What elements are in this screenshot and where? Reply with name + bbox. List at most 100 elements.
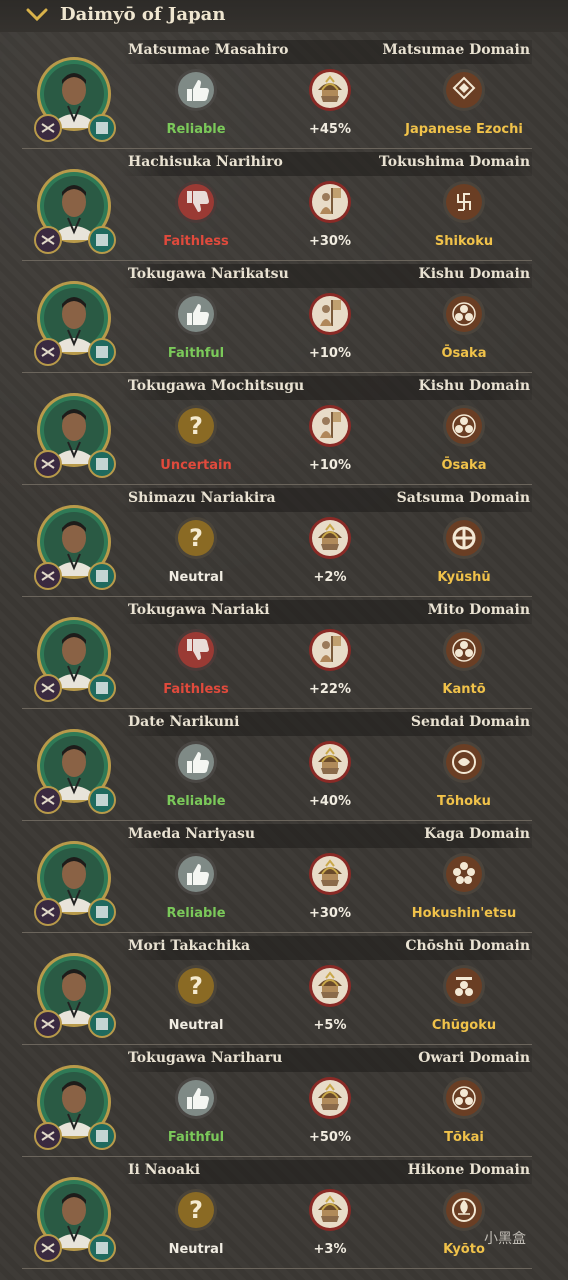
- portrait-avatar[interactable]: [32, 278, 116, 368]
- army-modifier: +45%: [308, 122, 351, 137]
- loyalty-status: Faithful: [167, 346, 225, 361]
- region-name: Chūgoku: [431, 1018, 497, 1033]
- domain-name: Chōshū Domain: [405, 938, 530, 954]
- domain-name: Tokushima Domain: [378, 154, 530, 170]
- banner-soldier-icon[interactable]: [308, 180, 352, 224]
- region-name: Ōsaka: [441, 458, 487, 473]
- loyalty-status: Neutral: [168, 570, 224, 585]
- samurai-helmet-icon[interactable]: [308, 1076, 352, 1120]
- loyalty-status: Faithless: [163, 682, 229, 697]
- thumbs-up-icon[interactable]: [174, 852, 218, 896]
- daimyo-name: Tokugawa Narikatsu: [128, 266, 289, 282]
- daimyo-row[interactable]: Tokugawa Narikatsu Kishu Domain Faithful…: [22, 262, 532, 374]
- domain-name: Matsumae Domain: [382, 42, 530, 58]
- portrait-avatar[interactable]: [32, 614, 116, 704]
- portrait-avatar[interactable]: [32, 726, 116, 816]
- loyalty-status: Uncertain: [160, 458, 232, 473]
- samurai-helmet-icon[interactable]: [308, 1188, 352, 1232]
- row-divider: [22, 372, 532, 373]
- army-modifier: +3%: [313, 1242, 347, 1257]
- daimyo-row[interactable]: Matsumae Masahiro Matsumae Domain Reliab…: [22, 38, 532, 150]
- domain-name: Hikone Domain: [407, 1162, 530, 1178]
- portrait-avatar[interactable]: [32, 838, 116, 928]
- domain-name: Kaga Domain: [424, 826, 530, 842]
- daimyo-panel: Daimyō of Japan Matsumae Masahiro Matsum…: [0, 0, 568, 1280]
- thumbs-down-icon[interactable]: [174, 628, 218, 672]
- army-modifier: +50%: [308, 1130, 351, 1145]
- army-modifier: +22%: [308, 682, 351, 697]
- thumbs-up-icon[interactable]: [174, 1076, 218, 1120]
- domain-name: Owari Domain: [418, 1050, 530, 1066]
- daimyo-row[interactable]: Ii Naoaki Hikone Domain ? Neutral +3% Ky…: [22, 1158, 532, 1270]
- army-modifier: +2%: [313, 570, 347, 585]
- tachibana-crest-icon[interactable]: [442, 1188, 486, 1232]
- matsumae-crest-icon[interactable]: [442, 68, 486, 112]
- daimyo-row[interactable]: Hachisuka Narihiro Tokushima Domain Fait…: [22, 150, 532, 262]
- svg-text:?: ?: [189, 972, 203, 1000]
- army-modifier: +10%: [308, 346, 351, 361]
- portrait-avatar[interactable]: [32, 502, 116, 592]
- samurai-helmet-icon[interactable]: [308, 740, 352, 784]
- samurai-helmet-icon[interactable]: [308, 964, 352, 1008]
- banner-soldier-icon[interactable]: [308, 628, 352, 672]
- banner-soldier-icon[interactable]: [308, 404, 352, 448]
- question-icon[interactable]: ?: [174, 1188, 218, 1232]
- daimyo-row[interactable]: Tokugawa Nariharu Owari Domain Faithful …: [22, 1046, 532, 1158]
- daimyo-name: Maeda Nariyasu: [128, 826, 256, 842]
- plum-blossom-crest-icon[interactable]: [442, 852, 486, 896]
- row-divider: [22, 484, 532, 485]
- thumbs-up-icon[interactable]: [174, 292, 218, 336]
- banner-soldier-icon[interactable]: [308, 292, 352, 336]
- watermark: 小黑盒: [484, 1231, 526, 1247]
- daimyo-name: Matsumae Masahiro: [128, 42, 289, 58]
- panel-header[interactable]: Daimyō of Japan: [0, 0, 568, 32]
- question-icon[interactable]: ?: [174, 516, 218, 560]
- row-divider: [22, 708, 532, 709]
- three-stars-crest-icon[interactable]: [442, 964, 486, 1008]
- row-divider: [22, 1044, 532, 1045]
- domain-name: Kishu Domain: [418, 266, 530, 282]
- portrait-avatar[interactable]: [32, 54, 116, 144]
- daimyo-row[interactable]: Tokugawa Mochitsugu Kishu Domain ? Uncer…: [22, 374, 532, 486]
- thumbs-up-icon[interactable]: [174, 68, 218, 112]
- portrait-avatar[interactable]: [32, 950, 116, 1040]
- daimyo-name: Shimazu Nariakira: [128, 490, 276, 506]
- hollyhock-crest-icon[interactable]: [442, 1076, 486, 1120]
- row-divider: [22, 260, 532, 261]
- bamboo-sparrow-crest-icon[interactable]: [442, 740, 486, 784]
- portrait-avatar[interactable]: [32, 390, 116, 480]
- samurai-helmet-icon[interactable]: [308, 68, 352, 112]
- daimyo-row[interactable]: Date Narikuni Sendai Domain Reliable +40…: [22, 710, 532, 822]
- daimyo-row[interactable]: Tokugawa Nariaki Mito Domain Faithless +…: [22, 598, 532, 710]
- army-modifier: +5%: [313, 1018, 347, 1033]
- daimyo-row[interactable]: Maeda Nariyasu Kaga Domain Reliable +30%: [22, 822, 532, 934]
- thumbs-down-icon[interactable]: [174, 180, 218, 224]
- daimyo-row[interactable]: Shimazu Nariakira Satsuma Domain ? Neutr…: [22, 486, 532, 598]
- region-name: Tōkai: [444, 1130, 484, 1145]
- portrait-avatar[interactable]: [32, 166, 116, 256]
- thumbs-up-icon[interactable]: [174, 740, 218, 784]
- hollyhock-crest-icon[interactable]: [442, 628, 486, 672]
- row-divider: [22, 1268, 532, 1269]
- region-name: Japanese Ezochi: [405, 122, 523, 137]
- samurai-helmet-icon[interactable]: [308, 516, 352, 560]
- portrait-avatar[interactable]: [32, 1062, 116, 1152]
- question-icon[interactable]: ?: [174, 964, 218, 1008]
- hollyhock-crest-icon[interactable]: [442, 292, 486, 336]
- domain-name: Kishu Domain: [418, 378, 530, 394]
- daimyo-name: Tokugawa Nariharu: [128, 1050, 283, 1066]
- manji-crest-icon[interactable]: [442, 180, 486, 224]
- hollyhock-crest-icon[interactable]: [442, 404, 486, 448]
- svg-text:?: ?: [189, 412, 203, 440]
- region-name: Shikoku: [434, 234, 494, 249]
- question-icon[interactable]: ?: [174, 404, 218, 448]
- region-name: Ōsaka: [441, 346, 487, 361]
- chevron-down-icon[interactable]: [26, 6, 48, 24]
- samurai-helmet-icon[interactable]: [308, 852, 352, 896]
- army-modifier: +30%: [308, 906, 351, 921]
- loyalty-status: Reliable: [166, 906, 226, 921]
- portrait-avatar[interactable]: [32, 1174, 116, 1264]
- daimyo-row[interactable]: Mori Takachika Chōshū Domain ? Neutral +…: [22, 934, 532, 1046]
- loyalty-status: Faithless: [163, 234, 229, 249]
- cross-circle-crest-icon[interactable]: [442, 516, 486, 560]
